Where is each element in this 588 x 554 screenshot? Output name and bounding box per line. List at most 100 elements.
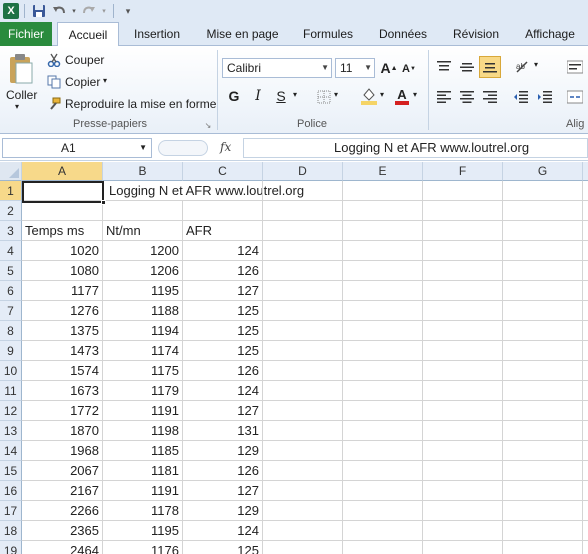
grid-cell[interactable] (263, 301, 343, 321)
select-all-button[interactable] (0, 162, 22, 181)
grid-cell[interactable] (263, 401, 343, 421)
data-cell[interactable]: 2365 (22, 521, 103, 541)
grid-cell[interactable] (263, 461, 343, 481)
grid-cell[interactable] (423, 181, 503, 201)
grid-cell[interactable] (503, 481, 583, 501)
format-painter-button[interactable]: Reproduire la mise en forme (65, 97, 216, 111)
data-cell[interactable]: 1870 (22, 421, 103, 441)
header-cell[interactable]: Temps ms (22, 221, 103, 241)
row-header[interactable]: 19 (0, 541, 22, 554)
grid-cell[interactable] (263, 341, 343, 361)
row-header[interactable]: 13 (0, 421, 22, 441)
grid-cell[interactable] (423, 421, 503, 441)
fill-color-icon[interactable] (360, 86, 378, 106)
grid-cell[interactable] (343, 381, 423, 401)
data-cell[interactable]: 126 (183, 461, 263, 481)
data-cell[interactable]: 1195 (103, 281, 183, 301)
data-cell[interactable]: 1020 (22, 241, 103, 261)
grid-cell[interactable] (263, 201, 343, 221)
cell-b1[interactable]: Logging N et AFR www.loutrel.org (103, 181, 304, 201)
align-middle-icon[interactable] (458, 58, 476, 76)
grid-cell[interactable] (423, 461, 503, 481)
underline-dropdown-icon[interactable]: ▾ (293, 90, 297, 99)
tab-formulas[interactable]: Formules (297, 22, 359, 46)
data-cell[interactable]: 1206 (103, 261, 183, 281)
data-cell[interactable]: 1176 (103, 541, 183, 554)
grid-cell[interactable] (343, 261, 423, 281)
grid-cell[interactable] (503, 421, 583, 441)
row-header[interactable]: 17 (0, 501, 22, 521)
grid-cell[interactable] (263, 181, 343, 201)
underline-button[interactable]: S (274, 88, 288, 104)
grid-cell[interactable] (503, 181, 583, 201)
tab-insert[interactable]: Insertion (126, 22, 188, 46)
row-header[interactable]: 10 (0, 361, 22, 381)
column-header-b[interactable]: B (103, 162, 183, 181)
data-cell[interactable]: 125 (183, 541, 263, 554)
data-cell[interactable]: 2464 (22, 541, 103, 554)
grid-cell[interactable] (263, 281, 343, 301)
grid-cell[interactable] (503, 441, 583, 461)
undo-dropdown-icon[interactable]: ▾ (70, 2, 78, 20)
data-cell[interactable]: 1195 (103, 521, 183, 541)
data-cell[interactable]: 2167 (22, 481, 103, 501)
grid-cell[interactable] (183, 201, 263, 221)
grid-cell[interactable] (343, 521, 423, 541)
data-cell[interactable]: 127 (183, 481, 263, 501)
grid-cell[interactable] (423, 241, 503, 261)
row-header[interactable]: 11 (0, 381, 22, 401)
decrease-indent-icon[interactable] (512, 88, 530, 106)
data-cell[interactable]: 125 (183, 321, 263, 341)
grid-cell[interactable] (343, 221, 423, 241)
grid-cell[interactable] (343, 241, 423, 261)
grid-cell[interactable] (423, 261, 503, 281)
grid-cell[interactable] (423, 221, 503, 241)
column-header-a[interactable]: A (22, 162, 103, 181)
grid-cell[interactable] (343, 461, 423, 481)
shrink-font-icon[interactable]: A ▼ (400, 60, 418, 78)
grid-cell[interactable] (583, 261, 588, 281)
grid-cell[interactable] (343, 501, 423, 521)
grid-cell[interactable] (423, 321, 503, 341)
grid-cell[interactable] (343, 181, 423, 201)
grid-cell[interactable] (343, 441, 423, 461)
grid-cell[interactable] (503, 241, 583, 261)
grid-cell[interactable] (503, 341, 583, 361)
grid-cell[interactable] (263, 381, 343, 401)
grid-cell[interactable] (423, 341, 503, 361)
paste-button[interactable]: Coller (6, 88, 37, 102)
row-header[interactable]: 16 (0, 481, 22, 501)
grid-cell[interactable] (583, 181, 588, 201)
grid-cell[interactable] (583, 361, 588, 381)
data-cell[interactable]: 129 (183, 501, 263, 521)
grid-cell[interactable] (343, 421, 423, 441)
grid-cell[interactable] (583, 341, 588, 361)
row-header[interactable]: 4 (0, 241, 22, 261)
data-cell[interactable]: 1174 (103, 341, 183, 361)
wrap-text-icon[interactable] (566, 58, 584, 76)
row-header[interactable]: 1 (0, 181, 22, 201)
grid-cell[interactable] (503, 281, 583, 301)
row-header[interactable]: 6 (0, 281, 22, 301)
grid-cell[interactable] (423, 441, 503, 461)
formula-bar-splitter[interactable] (158, 140, 208, 156)
font-size-select[interactable]: 11 ▼ (335, 58, 375, 78)
tab-review[interactable]: Révision (446, 22, 506, 46)
data-cell[interactable]: 1175 (103, 361, 183, 381)
grid-cell[interactable] (503, 401, 583, 421)
font-color-icon[interactable]: A (393, 86, 411, 106)
data-cell[interactable]: 2067 (22, 461, 103, 481)
data-cell[interactable]: 1772 (22, 401, 103, 421)
copy-dropdown-icon[interactable]: ▾ (103, 76, 107, 85)
grid-cell[interactable] (343, 361, 423, 381)
fill-color-dropdown-icon[interactable]: ▾ (380, 90, 384, 99)
increase-indent-icon[interactable] (536, 88, 554, 106)
grid-cell[interactable] (503, 521, 583, 541)
grid-cell[interactable] (263, 541, 343, 554)
grid-cell[interactable] (423, 521, 503, 541)
data-cell[interactable]: 1188 (103, 301, 183, 321)
align-top-icon[interactable] (435, 58, 453, 76)
redo-icon[interactable] (80, 2, 98, 20)
data-cell[interactable]: 125 (183, 301, 263, 321)
grid-cell[interactable] (503, 381, 583, 401)
